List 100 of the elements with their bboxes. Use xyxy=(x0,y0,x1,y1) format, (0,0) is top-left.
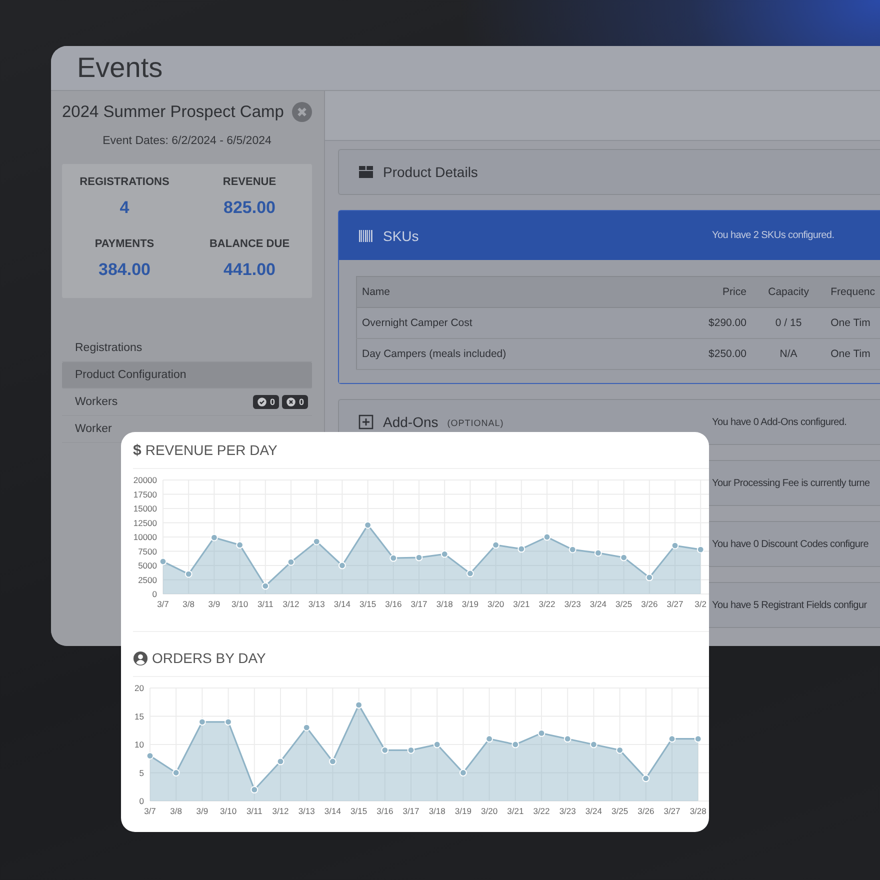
y-tick-label: 20000 xyxy=(133,475,157,485)
data-point xyxy=(312,538,320,546)
x-tick-label: 3/19 xyxy=(454,806,472,816)
nav-item[interactable]: Workers 0 0 xyxy=(62,389,312,416)
close-icon[interactable] xyxy=(292,102,312,122)
x-tick-label: 3/7 xyxy=(157,599,169,609)
y-tick-label: 10 xyxy=(134,740,144,750)
y-tick-label: 10000 xyxy=(133,532,157,542)
x-tick-label: 3/13 xyxy=(298,806,315,816)
y-tick-label: 5000 xyxy=(138,560,157,570)
dollar-sign: $ xyxy=(133,442,142,458)
y-tick-label: 0 xyxy=(139,796,144,806)
data-point xyxy=(415,554,423,562)
column-header: Name xyxy=(356,276,684,308)
x-tick-label: 3/28 xyxy=(690,806,706,816)
data-point xyxy=(159,558,167,566)
x-tick-label: 3/24 xyxy=(590,599,606,609)
table-cell: $250.00 xyxy=(683,338,752,370)
optional-label: (OPTIONAL) xyxy=(447,418,504,428)
data-point xyxy=(433,740,441,748)
panel-message: You have 5 Registrant Fields configur xyxy=(712,600,867,610)
data-point xyxy=(594,549,602,557)
data-point xyxy=(198,718,206,726)
data-point xyxy=(338,562,346,570)
x-tick-label: 3/20 xyxy=(488,599,504,609)
y-tick-label: 12500 xyxy=(133,518,157,528)
x-tick-label: 3/22 xyxy=(533,806,550,816)
stat-label: BALANCE DUE xyxy=(208,238,291,250)
x-tick-label: 3/2 xyxy=(694,599,707,609)
column-header: Price xyxy=(683,276,752,308)
x-tick-label: 3/16 xyxy=(376,806,394,816)
x-tick-label: 3/27 xyxy=(666,599,684,609)
user-circle-icon xyxy=(133,650,148,666)
event-dates: Event Dates: 6/2/2024 - 6/5/2024 xyxy=(102,135,272,147)
barcode-icon xyxy=(358,228,374,244)
table-cell: One Tim xyxy=(826,308,880,338)
column-header: Capacity xyxy=(751,276,826,308)
stat-label: REVENUE xyxy=(222,176,278,188)
data-point xyxy=(642,774,650,782)
data-point xyxy=(329,758,336,766)
x-tick-label: 3/7 xyxy=(144,806,156,816)
data-point xyxy=(302,724,310,732)
data-point xyxy=(355,701,362,709)
data-point xyxy=(620,554,628,562)
x-tick-label: 3/25 xyxy=(616,599,632,609)
x-tick-label: 3/22 xyxy=(538,599,556,609)
x-tick-label: 3/12 xyxy=(282,599,300,609)
x-tick-label: 3/15 xyxy=(350,806,368,816)
y-tick-label: 5 xyxy=(139,768,144,778)
data-point xyxy=(146,752,154,760)
x-tick-label: 3/24 xyxy=(585,806,602,816)
panel-message: You have 0 Add-Ons configured. xyxy=(712,416,847,428)
x-tick-label: 3/10 xyxy=(232,599,248,609)
stat-value: 4 xyxy=(118,198,130,218)
chart-title: ORDERS BY DAY xyxy=(152,650,266,666)
table-cell: 0 / 15 xyxy=(751,308,826,338)
data-point xyxy=(460,769,467,776)
data-point xyxy=(250,786,258,794)
column-header: Frequenc xyxy=(826,276,880,308)
box-icon xyxy=(358,164,374,180)
panel-message: Your Processing Fee is currently turne xyxy=(712,478,870,488)
x-tick-label: 3/13 xyxy=(308,599,325,609)
table-cell: $290.00 xyxy=(683,308,752,338)
table-cell: Day Campers (meals included) xyxy=(356,338,684,370)
nav-item[interactable]: Product Configuration xyxy=(62,362,312,389)
stat-value: 825.00 xyxy=(222,198,276,218)
x-tick-label: 3/21 xyxy=(507,806,524,816)
data-point xyxy=(668,735,676,743)
count-badge: 0 xyxy=(282,395,308,409)
data-point xyxy=(538,730,546,737)
x-tick-label: 3/8 xyxy=(170,806,182,816)
y-tick-label: 7500 xyxy=(138,546,157,556)
panel-header[interactable]: SKUs You have 2 SKUs configured. xyxy=(339,211,880,260)
panel-header[interactable]: Product Details xyxy=(339,150,880,194)
x-tick-label: 3/12 xyxy=(272,806,289,816)
x-tick-label: 3/11 xyxy=(257,599,274,609)
data-point xyxy=(276,758,284,766)
event-title: 2024 Summer Prospect Camp xyxy=(62,102,284,122)
x-tick-label: 3/26 xyxy=(638,806,654,816)
page-title: Events xyxy=(77,52,163,84)
panel-message: You have 0 Discount Codes configure xyxy=(712,538,868,550)
stat-value: 441.00 xyxy=(222,260,276,280)
panel-header[interactable]: Add-Ons (OPTIONAL) You have 0 Add-Ons configured. xyxy=(339,400,880,444)
x-tick-label: 3/27 xyxy=(664,806,680,816)
y-tick-label: 20 xyxy=(134,683,144,693)
x-circle-icon xyxy=(286,397,296,407)
data-point xyxy=(466,570,474,578)
data-point xyxy=(590,740,598,748)
table-cell: Overnight Camper Cost xyxy=(356,308,684,338)
x-tick-label: 3/8 xyxy=(182,599,195,609)
x-tick-label: 3/11 xyxy=(246,806,262,816)
y-tick-label: 2500 xyxy=(138,574,157,585)
x-tick-label: 3/20 xyxy=(481,806,498,816)
stat-label: REGISTRATIONS xyxy=(78,176,170,188)
data-point xyxy=(518,545,526,553)
data-point xyxy=(381,746,389,754)
x-tick-label: 3/14 xyxy=(334,599,350,609)
panel-message: You have 2 SKUs configured. xyxy=(712,230,834,241)
y-tick-label: 0 xyxy=(152,589,157,599)
data-point xyxy=(694,735,702,743)
